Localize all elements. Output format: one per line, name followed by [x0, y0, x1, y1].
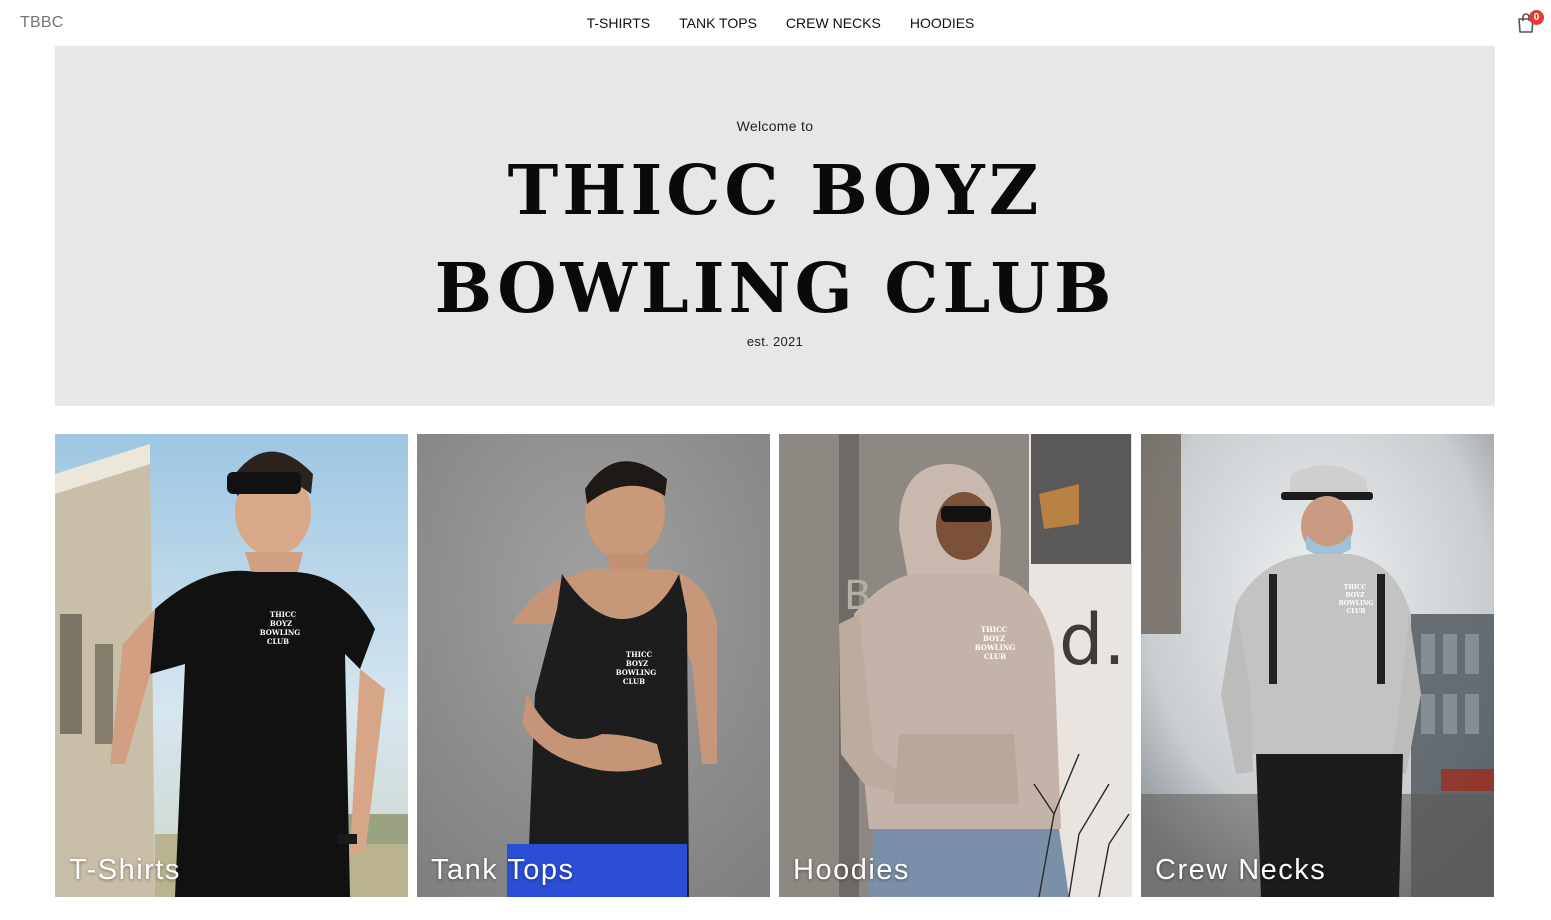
svg-text:BOYZ: BOYZ [1345, 592, 1365, 599]
svg-text:THICC: THICC [1344, 584, 1367, 591]
category-card-tank-tops[interactable]: THICC BOYZ BOWLING CLUB Tank Tops [417, 434, 770, 897]
cart-count-badge: 0 [1529, 10, 1544, 25]
top-navbar: TBBC T-SHIRTS TANK TOPS CREW NECKS HOODI… [0, 0, 1551, 46]
hoodies-photo: d. B THICC BOYZ BOWLING CLUB [779, 434, 1132, 897]
svg-text:BOWLING: BOWLING [975, 643, 1016, 652]
nav-link-hoodies[interactable]: HOODIES [910, 15, 975, 31]
t-shirts-photo: THICC BOYZ BOWLING CLUB [55, 434, 408, 897]
category-label-crew-necks: Crew Necks [1155, 854, 1327, 886]
hero-welcome-text: Welcome to [736, 118, 814, 134]
hero-title: THICC BOYZ BOWLING CLUB [55, 142, 1495, 338]
category-grid: THICC BOYZ BOWLING CLUB T-Shirts THICC B… [55, 434, 1495, 897]
svg-text:BOWLING: BOWLING [260, 628, 301, 637]
category-card-hoodies[interactable]: d. B THICC BOYZ BOWLING CLUB Hoodies [779, 434, 1132, 897]
nav-link-t-shirts[interactable]: T-SHIRTS [587, 15, 651, 31]
svg-text:BOYZ: BOYZ [270, 619, 292, 628]
svg-text:BOYZ: BOYZ [983, 634, 1005, 643]
svg-text:THICC: THICC [626, 650, 653, 659]
svg-text:CLUB: CLUB [623, 677, 645, 686]
hero-title-line-2: BOWLING CLUB [434, 249, 1116, 329]
svg-text:THICC: THICC [981, 625, 1008, 634]
tank-tops-photo: THICC BOYZ BOWLING CLUB [417, 434, 770, 897]
svg-text:BOWLING: BOWLING [616, 668, 657, 677]
main-nav: T-SHIRTS TANK TOPS CREW NECKS HOODIES [0, 15, 1551, 31]
crew-necks-photo: THICC BOYZ BOWLING CLUB [1141, 434, 1494, 897]
svg-text:BOWLING: BOWLING [1339, 600, 1374, 607]
nav-link-tank-tops[interactable]: TANK TOPS [679, 15, 757, 31]
category-label-tank-tops: Tank Tops [431, 854, 575, 886]
hero-banner: Welcome to THICC BOYZ BOWLING CLUB est. … [55, 46, 1495, 406]
svg-text:BOYZ: BOYZ [626, 659, 648, 668]
category-card-crew-necks[interactable]: THICC BOYZ BOWLING CLUB Crew Necks [1141, 434, 1494, 897]
category-card-t-shirts[interactable]: THICC BOYZ BOWLING CLUB T-Shirts [55, 434, 408, 897]
svg-text:CLUB: CLUB [984, 652, 1006, 661]
hero-established-text: est. 2021 [746, 334, 804, 349]
nav-link-crew-necks[interactable]: CREW NECKS [786, 15, 881, 31]
svg-text:CLUB: CLUB [1347, 608, 1366, 615]
category-label-hoodies: Hoodies [793, 854, 910, 886]
svg-text:THICC: THICC [270, 610, 297, 619]
svg-text:CLUB: CLUB [267, 637, 289, 646]
hero-title-line-1: THICC BOYZ [507, 151, 1043, 231]
category-label-t-shirts: T-Shirts [69, 854, 181, 886]
svg-text:d.: d. [1059, 599, 1126, 681]
